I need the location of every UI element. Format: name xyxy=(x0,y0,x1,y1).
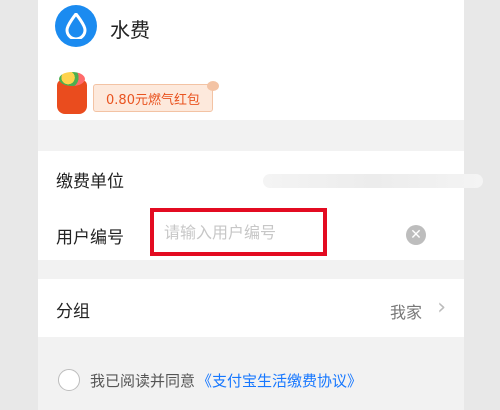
payment-unit-label: 缴费单位 xyxy=(56,172,124,192)
water-drop-icon xyxy=(55,5,97,47)
group-row[interactable]: 分组 我家 › xyxy=(38,279,464,337)
chevron-right-icon: › xyxy=(437,295,446,320)
user-number-input-highlight xyxy=(150,208,327,256)
agreement-link[interactable]: 《支付宝生活缴费协议》 xyxy=(197,370,362,391)
coupon-tail-decoration xyxy=(207,81,219,91)
gas-coupon-banner[interactable]: 0.80元燃气红包 xyxy=(45,72,219,116)
group-value: 我家 xyxy=(389,303,422,322)
agreement-text: 我已阅读并同意 xyxy=(90,371,196,390)
left-gutter xyxy=(0,0,38,410)
user-number-label: 用户编号 xyxy=(56,228,124,248)
payment-form-card: 缴费单位 用户编号 ✕ xyxy=(38,151,483,260)
group-label: 分组 xyxy=(56,302,90,322)
coupon-label: 0.80元燃气红包 xyxy=(93,84,213,112)
right-gutter xyxy=(464,0,500,410)
red-packet-top-icon xyxy=(59,72,85,86)
bill-header-card: 水费 0.80元燃气红包 xyxy=(38,0,464,120)
agreement-row: 我已阅读并同意 《支付宝生活缴费协议》 xyxy=(58,367,362,393)
agreement-checkbox[interactable] xyxy=(58,369,80,391)
bill-title: 水费 xyxy=(110,18,150,42)
user-number-input[interactable] xyxy=(154,212,323,252)
clear-icon[interactable]: ✕ xyxy=(406,225,426,245)
payment-unit-value-blurred[interactable] xyxy=(263,174,483,188)
